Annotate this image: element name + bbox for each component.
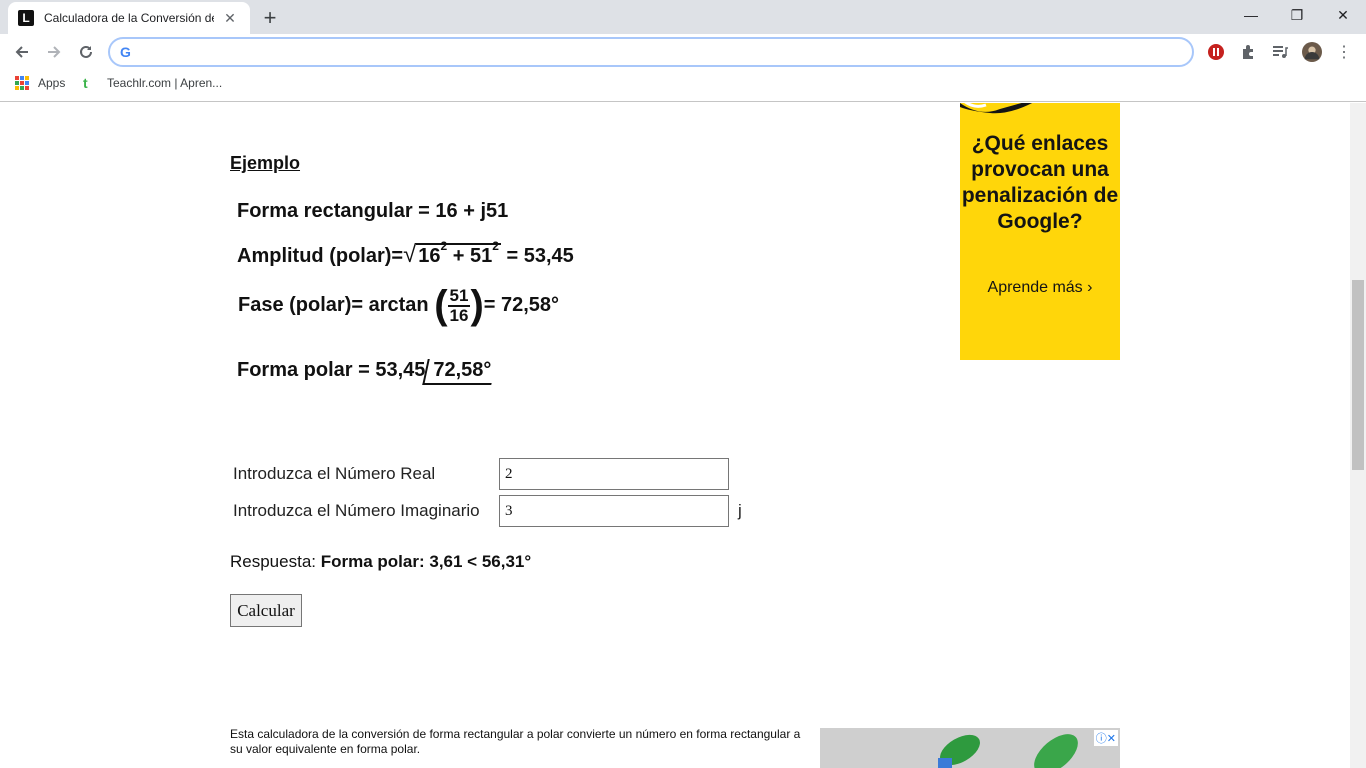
teachlr-icon: t <box>83 75 88 91</box>
media-queue-icon[interactable] <box>1270 42 1290 62</box>
right-paren-icon: ) <box>470 283 484 327</box>
back-button[interactable] <box>8 38 36 66</box>
ad-choices-icon[interactable]: ⓘ✕ <box>1093 730 1118 746</box>
real-number-input[interactable] <box>499 458 729 490</box>
phase-fraction: 51 16 <box>447 285 471 325</box>
bottom-advertisement[interactable]: ⓘ✕ <box>820 728 1120 768</box>
left-paren-icon: ( <box>434 283 448 327</box>
side-advertisement[interactable]: ¿Qué enlaces provocan una penalización d… <box>960 103 1120 360</box>
page-content: Ejemplo Forma rectangular = 16 + j51 Amp… <box>0 103 1350 768</box>
extension-red-icon[interactable] <box>1206 42 1226 62</box>
tab-close-icon[interactable]: ✕ <box>222 10 238 27</box>
restore-button[interactable]: ❐ <box>1274 0 1320 30</box>
imaginary-number-label: Introduzca el Número Imaginario <box>233 501 480 520</box>
phase-line: Fase (polar)= arctan (51 16)= 72,58° <box>238 283 559 328</box>
amplitude-result: = 53,45 <box>500 245 574 267</box>
close-window-button[interactable]: ✕ <box>1320 0 1366 30</box>
reload-button[interactable] <box>72 38 100 66</box>
amplitude-line: Amplitud (polar)=√ 162 + 512 = 53,45 <box>237 239 574 269</box>
polar-form-line: Forma polar = 53,45 72,58° <box>237 359 498 385</box>
ad-image <box>820 728 1120 768</box>
example-heading: Ejemplo <box>230 153 301 173</box>
bookmark-apps[interactable]: Apps <box>15 76 65 90</box>
tab-title: Calculadora de la Conversión de <box>44 11 214 25</box>
forward-button[interactable] <box>40 38 68 66</box>
google-icon: G <box>120 44 131 60</box>
ad-cta-link[interactable]: Aprende más › <box>960 279 1120 297</box>
angle-symbol: 72,58° <box>422 359 498 385</box>
page-scrollbar[interactable] <box>1350 103 1366 768</box>
browser-tab[interactable]: L Calculadora de la Conversión de ✕ <box>8 2 250 34</box>
phase-result: = 72,58° <box>483 294 560 316</box>
answer-label: Respuesta: <box>230 552 321 571</box>
back-arrow-icon <box>15 46 28 58</box>
fraction-denominator: 16 <box>449 305 469 325</box>
new-tab-button[interactable]: + <box>256 4 284 32</box>
imaginary-unit-label: j <box>738 501 742 520</box>
amp-term-b: + 51 <box>447 245 493 267</box>
bookmarks-bar: Apps t Teachlr.com | Apren... <box>0 70 1366 102</box>
reload-icon <box>80 45 92 58</box>
site-favicon-icon: L <box>18 10 34 26</box>
sqrt-sign-icon: √ <box>403 241 417 268</box>
apps-grid-icon <box>15 76 29 90</box>
bookmark-teachlr[interactable]: t Teachlr.com | Apren... <box>83 76 222 90</box>
scrollbar-thumb[interactable] <box>1352 280 1364 470</box>
address-bar[interactable]: G <box>108 37 1194 67</box>
forward-arrow-icon <box>48 46 61 58</box>
bookmark-label: Apps <box>38 76 66 90</box>
chevron-right-icon: › <box>1087 279 1093 296</box>
fraction-numerator: 51 <box>447 285 471 307</box>
imaginary-number-input[interactable] <box>499 495 729 527</box>
calculator-description: Esta calculadora de la conversión de for… <box>230 727 801 756</box>
ad-graphic-icon <box>960 103 1033 114</box>
amplitude-prefix: Amplitud (polar)= <box>237 245 404 267</box>
phase-prefix: Fase (polar)= arctan <box>238 294 435 316</box>
bookmark-label: Teachlr.com | Apren... <box>107 76 223 90</box>
amp-exp-b: 2 <box>492 239 499 253</box>
polar-prefix: Forma polar = 53,45 <box>237 359 426 381</box>
real-number-label: Introduzca el Número Real <box>233 464 436 483</box>
browser-menu-icon[interactable]: ⋮ <box>1334 42 1354 62</box>
profile-avatar[interactable] <box>1302 42 1322 62</box>
ad-cta-label: Aprende más <box>987 279 1083 296</box>
calculate-button[interactable]: Calcular <box>230 594 302 627</box>
browser-toolbar: G ⋮ <box>0 34 1366 70</box>
tab-strip: L Calculadora de la Conversión de ✕ + — … <box>0 0 1366 34</box>
amp-term-a: 16 <box>418 245 441 267</box>
rectangular-form-line: Forma rectangular = 16 + j51 <box>237 200 509 222</box>
minimize-button[interactable]: — <box>1228 0 1274 30</box>
extensions-puzzle-icon[interactable] <box>1238 42 1258 62</box>
amp-exp-a: 2 <box>440 239 448 253</box>
polar-angle: 72,58° <box>433 359 492 381</box>
answer-value: Forma polar: 3,61 < 56,31° <box>320 552 532 571</box>
ad-headline: ¿Qué enlaces provocan una penalización d… <box>961 132 1119 233</box>
sqrt-expression: 162 + 512 <box>416 239 501 268</box>
answer-line: Respuesta: Forma polar: 3,61 < 56,31° <box>230 552 531 572</box>
